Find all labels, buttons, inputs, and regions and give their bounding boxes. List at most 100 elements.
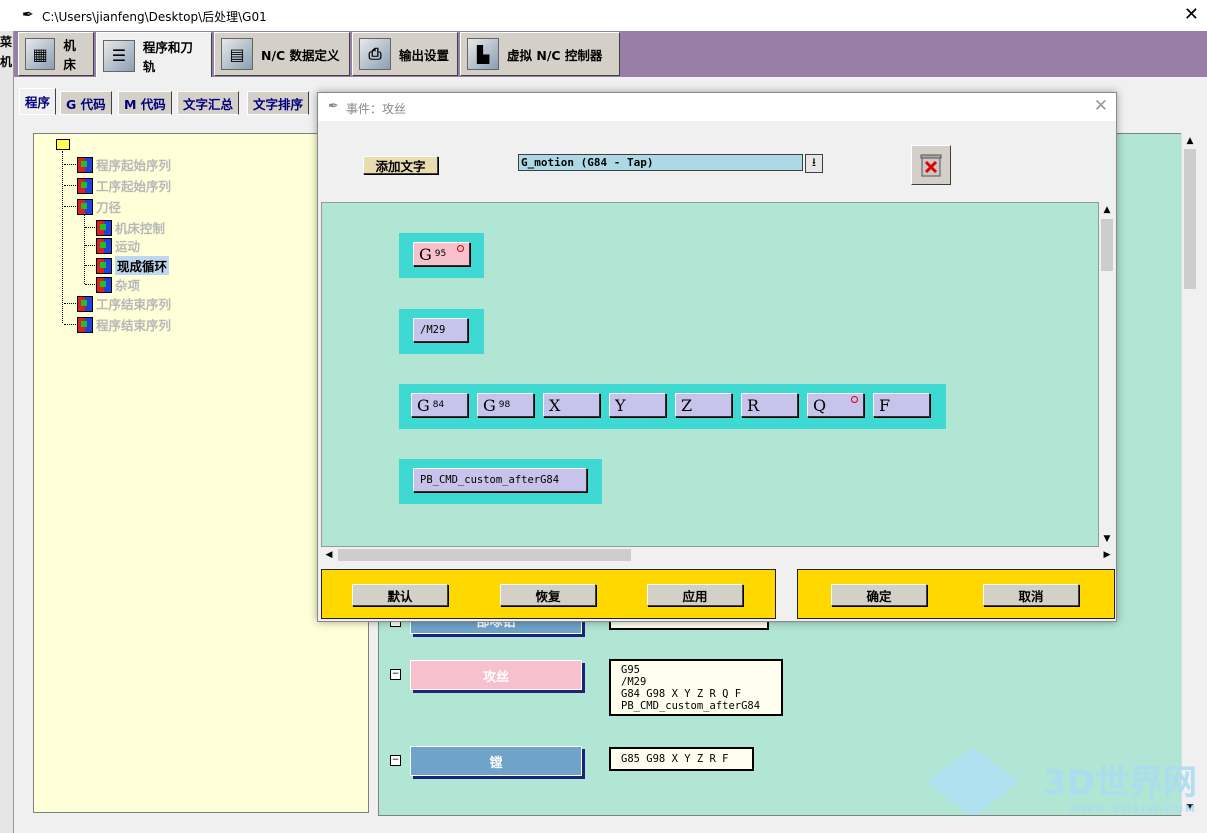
word-chip-f[interactable]: F bbox=[873, 393, 930, 417]
chip-main: /M29 bbox=[420, 324, 446, 336]
word-chip-y[interactable]: Y bbox=[609, 393, 666, 417]
tree-item-operation-start[interactable]: 工序起始序列 bbox=[64, 176, 171, 195]
tree-item-canned-cycle[interactable]: 现成循环 bbox=[85, 256, 170, 275]
sequence-icon bbox=[77, 295, 93, 312]
scroll-up-icon[interactable]: ▲ bbox=[1182, 133, 1198, 149]
ok-button[interactable]: 确定 bbox=[831, 584, 927, 606]
trash-icon bbox=[920, 154, 942, 177]
cancel-button[interactable]: 取消 bbox=[983, 584, 1079, 606]
word-chip-pb-cmd[interactable]: PB_CMD_custom_afterG84 bbox=[413, 468, 587, 492]
watermark: 3D世界网 WWW.3DSJW.COM bbox=[1043, 755, 1197, 815]
canvas-vscroll[interactable]: ▲ ▼ bbox=[1099, 202, 1115, 547]
tree-item-program-end[interactable]: 程序结束序列 bbox=[64, 315, 171, 334]
chip-main: F bbox=[879, 395, 891, 415]
tree-item-misc[interactable]: 杂项 bbox=[85, 275, 140, 294]
word-chip-g84[interactable]: G 84 bbox=[411, 393, 468, 417]
trash-button[interactable] bbox=[911, 145, 951, 185]
watermark-text: 3D世界网 bbox=[1043, 763, 1197, 803]
chip-main: Y bbox=[615, 395, 626, 415]
event-label: 镗 bbox=[489, 755, 503, 771]
dialog-close-icon[interactable]: ✕ bbox=[1094, 96, 1108, 116]
code-line: /M29 bbox=[621, 676, 647, 688]
tree-line bbox=[62, 151, 63, 323]
apply-button[interactable]: 应用 bbox=[647, 584, 743, 606]
default-button[interactable]: 默认 bbox=[352, 584, 448, 606]
tree-item-toolpath[interactable]: 刀径 bbox=[64, 197, 121, 216]
expand-toggle[interactable]: − bbox=[390, 755, 401, 766]
code-line: G84 G98 X Y Z R Q F bbox=[621, 688, 742, 700]
scroll-thumb[interactable] bbox=[1101, 219, 1113, 271]
tree-item-operation-end[interactable]: 工序结束序列 bbox=[64, 294, 171, 313]
add-text-button[interactable]: 添加文字 bbox=[363, 156, 438, 174]
scroll-right-icon[interactable]: ▶ bbox=[1099, 547, 1115, 563]
main-toolbar: ▦ 机床 ☰ 程序和刀轨 ▤ N/C 数据定义 ⎙ 输出设置 ▙ 虚拟 N/C … bbox=[14, 31, 1207, 78]
program-toolpath-icon: ☰ bbox=[103, 39, 135, 72]
chip-main: Q bbox=[813, 395, 827, 415]
tab-output-settings-label: 输出设置 bbox=[399, 47, 450, 63]
word-chip-g98[interactable]: G 98 bbox=[477, 393, 534, 417]
event-tap[interactable]: 攻丝 bbox=[410, 660, 582, 690]
word-chip-g95[interactable]: G 95 bbox=[413, 242, 470, 266]
chip-main: G bbox=[483, 395, 496, 415]
motion-select[interactable]: G_motion (G84 - Tap) bbox=[518, 154, 803, 171]
left-edge-label-1: 菜 bbox=[0, 35, 13, 49]
scroll-up-icon[interactable]: ▲ bbox=[1099, 202, 1115, 218]
expand-toggle[interactable]: − bbox=[390, 669, 401, 680]
code-line: G95 bbox=[621, 664, 640, 676]
dropdown-arrow-icon[interactable]: ⭳ bbox=[805, 154, 823, 173]
tree-item-label: 运动 bbox=[115, 239, 141, 254]
chip-main: Z bbox=[681, 395, 693, 415]
restore-button[interactable]: 恢复 bbox=[500, 584, 596, 606]
tree-item-program-start[interactable]: 程序起始序列 bbox=[64, 155, 171, 174]
vnc-controller-icon: ▙ bbox=[467, 38, 499, 70]
subtab-program[interactable]: 程序 bbox=[19, 88, 57, 115]
scroll-left-icon[interactable]: ◀ bbox=[321, 547, 337, 563]
word-chip-q[interactable]: Q bbox=[807, 393, 864, 417]
tab-nc-data[interactable]: ▤ N/C 数据定义 bbox=[214, 32, 350, 76]
subtab-m-code[interactable]: M 代码 bbox=[118, 91, 172, 115]
optional-marker-icon bbox=[457, 245, 464, 252]
chip-main: G bbox=[417, 395, 430, 415]
window-close-icon[interactable]: ✕ bbox=[1184, 4, 1199, 25]
tab-output-settings[interactable]: ⎙ 输出设置 bbox=[352, 32, 458, 76]
subtab-word-sequence[interactable]: 文字排序 bbox=[247, 91, 310, 115]
word-chip-x[interactable]: X bbox=[543, 393, 600, 417]
tab-vnc-controller[interactable]: ▙ 虚拟 N/C 控制器 bbox=[460, 32, 620, 76]
event-label: 攻丝 bbox=[482, 669, 509, 685]
canvas-hscroll[interactable]: ◀ ▶ bbox=[321, 547, 1115, 563]
sequence-icon bbox=[77, 198, 93, 215]
event-dialog: ✒ 事件：攻丝 ✕ 添加文字 G_motion (G84 - Tap) ⭳ G … bbox=[317, 92, 1117, 622]
tree-item-label: 杂项 bbox=[115, 278, 141, 293]
subtab-word-summary[interactable]: 文字汇总 bbox=[177, 91, 240, 115]
word-chip-m29[interactable]: /M29 bbox=[413, 318, 468, 342]
scroll-thumb[interactable] bbox=[338, 549, 631, 561]
folder-icon[interactable] bbox=[56, 139, 70, 150]
chip-sub: 84 bbox=[432, 400, 445, 410]
subtab-g-code[interactable]: G 代码 bbox=[60, 91, 112, 115]
tab-program-toolpath[interactable]: ☰ 程序和刀轨 bbox=[96, 32, 212, 78]
tree-item-machine-control[interactable]: 机床控制 bbox=[85, 218, 165, 237]
tree-item-label: 机床控制 bbox=[115, 221, 166, 236]
sequence-icon bbox=[77, 156, 93, 173]
sequence-icon bbox=[77, 316, 93, 333]
chip-sub: 95 bbox=[434, 249, 447, 259]
event-bore[interactable]: 镗 bbox=[410, 746, 582, 776]
tab-machine[interactable]: ▦ 机床 bbox=[18, 32, 94, 76]
word-chip-r[interactable]: R bbox=[741, 393, 798, 417]
tree-item-label: 工序起始序列 bbox=[96, 179, 172, 194]
code-line: PB_CMD_custom_afterG84 bbox=[621, 700, 761, 712]
chip-main: X bbox=[549, 395, 561, 415]
window-title: C:\Users\jianfeng\Desktop\后处理\G01 bbox=[42, 10, 267, 24]
tree-item-motion[interactable]: 运动 bbox=[85, 236, 140, 255]
event-panel-scrollbar[interactable]: ▲ ▼ bbox=[1181, 133, 1198, 816]
code-line: G85 G98 X Y Z R F bbox=[621, 753, 729, 765]
nc-data-icon: ▤ bbox=[221, 38, 253, 70]
scroll-thumb[interactable] bbox=[1184, 149, 1196, 289]
printer-icon: ⎙ bbox=[359, 38, 391, 70]
word-chip-z[interactable]: Z bbox=[675, 393, 732, 417]
optional-marker-icon bbox=[851, 396, 858, 403]
tree-item-label: 工序结束序列 bbox=[96, 297, 172, 312]
tree-item-label: 程序起始序列 bbox=[96, 158, 172, 173]
scroll-down-icon[interactable]: ▼ bbox=[1099, 531, 1115, 547]
feather-icon: ✒ bbox=[328, 99, 339, 114]
